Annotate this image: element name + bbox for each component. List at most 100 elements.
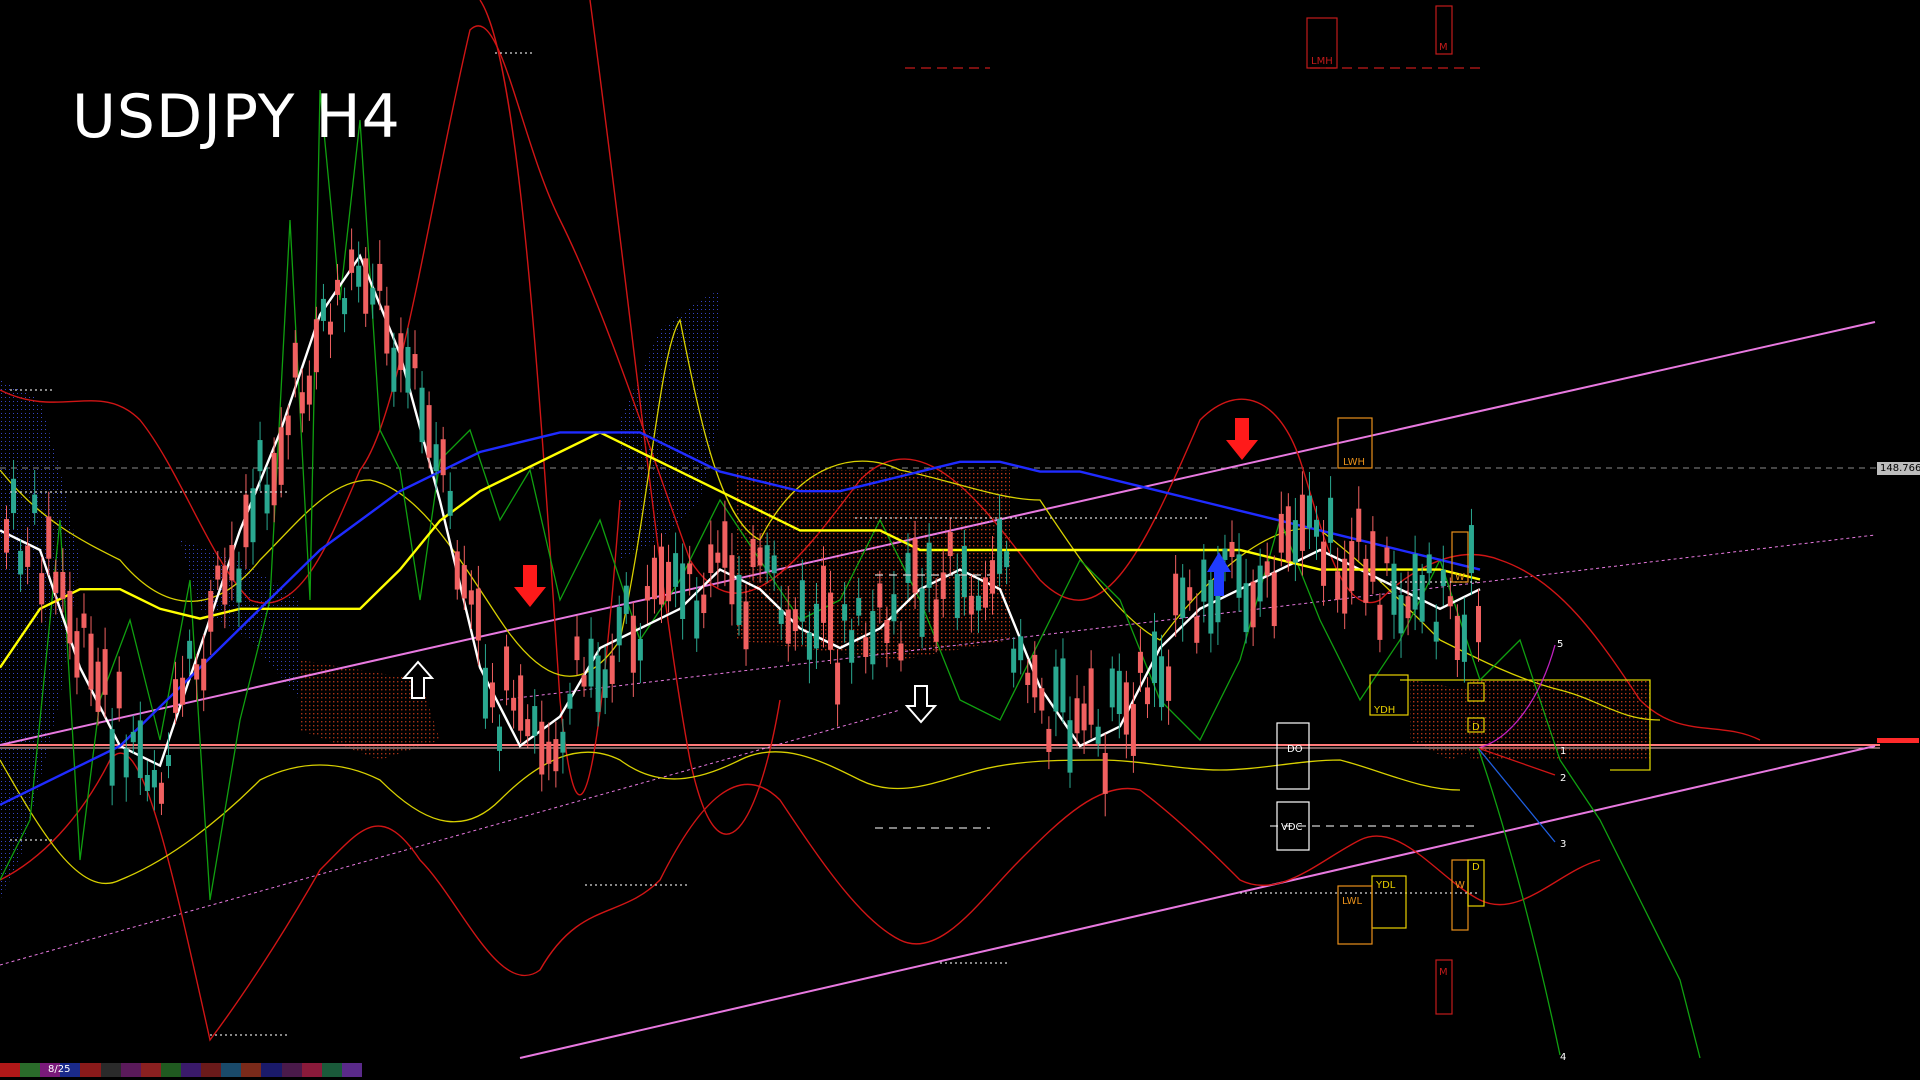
- zone-label-lmh: LMH: [1311, 56, 1333, 67]
- candle-body: [729, 555, 735, 605]
- candle-body: [1180, 577, 1186, 619]
- candle-body: [342, 298, 348, 315]
- candle-body: [489, 682, 495, 708]
- candle-body: [109, 729, 115, 786]
- candle-body: [398, 333, 404, 370]
- candle-body: [1447, 596, 1453, 607]
- candle-body: [278, 427, 284, 485]
- candle-body: [440, 439, 446, 476]
- candle-body: [320, 298, 326, 321]
- zone-label-d-top: D: [1472, 722, 1480, 733]
- zone-label-m-bottom: M: [1439, 967, 1448, 978]
- candle-body: [1377, 604, 1383, 640]
- candle-body: [144, 774, 150, 791]
- candle-body: [518, 675, 524, 731]
- candle-body: [997, 519, 1003, 574]
- zone-label-ydh: YDH: [1373, 705, 1395, 716]
- candle-body: [285, 415, 291, 436]
- candle-body: [863, 637, 869, 657]
- candle-body: [349, 249, 355, 273]
- zone-label-w-top: W: [1455, 572, 1465, 583]
- candle-body: [60, 572, 66, 599]
- candle-body: [687, 563, 693, 575]
- projection-label-3: 3: [1560, 839, 1566, 850]
- candle-body: [799, 580, 805, 622]
- red-down-arrow-2: [1226, 418, 1258, 460]
- zone-label-d-bottom: D: [1472, 862, 1480, 873]
- candle-body: [46, 516, 52, 559]
- candle-body: [666, 561, 672, 602]
- candle-body: [1405, 596, 1411, 619]
- candle-body: [1243, 583, 1249, 633]
- candle-body: [954, 574, 960, 619]
- candle-body: [1201, 559, 1207, 602]
- candle-body: [306, 375, 312, 405]
- candle-body: [370, 288, 376, 305]
- candle-body: [180, 677, 186, 705]
- projection-label-2: 2: [1560, 773, 1566, 784]
- candle-body: [81, 613, 87, 628]
- candle-body: [39, 573, 45, 605]
- candle-body: [412, 354, 418, 369]
- candle-body: [1109, 668, 1115, 708]
- candle-body: [525, 719, 531, 737]
- zone-label-vdc: VDC: [1281, 822, 1303, 833]
- candle-body: [1159, 656, 1165, 708]
- candle-body: [377, 263, 383, 291]
- zone-label-ydl: YDL: [1375, 880, 1396, 891]
- candle-body: [1321, 541, 1327, 586]
- candle-body: [173, 679, 179, 713]
- candle-body: [11, 478, 17, 514]
- candle-body: [208, 591, 214, 632]
- candle-body: [1130, 704, 1136, 756]
- candle-body: [327, 321, 333, 335]
- candle-body: [877, 583, 883, 608]
- candle-body: [1116, 670, 1122, 715]
- candle-body: [778, 610, 784, 624]
- candle-body: [1370, 531, 1376, 582]
- candle-body: [1004, 551, 1010, 568]
- candle-body: [250, 488, 256, 543]
- candle-body: [673, 553, 679, 587]
- candle-body: [651, 557, 657, 600]
- candle-body: [32, 494, 38, 514]
- candle-body: [1144, 687, 1150, 705]
- zone-label-w-bottom: W: [1455, 880, 1465, 891]
- candle-body: [165, 754, 171, 767]
- candle-body: [447, 490, 453, 516]
- candle-body: [912, 538, 918, 593]
- candle-body: [1356, 508, 1362, 542]
- candle-body: [1349, 541, 1355, 591]
- candle-body: [905, 552, 911, 583]
- candle-body: [102, 649, 108, 695]
- candle-body: [1299, 494, 1305, 551]
- candle-body: [229, 545, 235, 581]
- candle-body: [1264, 561, 1270, 576]
- candle-body: [1468, 525, 1474, 574]
- candle-body: [1306, 495, 1312, 528]
- candle-body: [1173, 573, 1179, 616]
- candle-body: [313, 319, 319, 373]
- candle-body: [532, 706, 538, 736]
- candle-body: [1095, 726, 1101, 744]
- candle-body: [74, 631, 80, 678]
- candle-body: [511, 697, 517, 711]
- candle-body: [757, 547, 763, 566]
- candle-body: [546, 741, 552, 764]
- candle-body: [1088, 668, 1094, 725]
- candle-body: [271, 452, 277, 506]
- candle-body: [475, 588, 481, 641]
- candle-body: [982, 577, 988, 608]
- candle-body: [1053, 666, 1059, 712]
- blue-cloud-upper: [620, 290, 720, 560]
- candle-body: [1433, 621, 1439, 642]
- candle-body: [1257, 565, 1263, 602]
- candle-body: [1102, 752, 1108, 794]
- candle-body: [567, 693, 573, 709]
- zone-label-lwl: LWL: [1342, 896, 1363, 907]
- candle-body: [849, 630, 855, 663]
- candle-body: [151, 769, 157, 788]
- candle-body: [659, 546, 665, 605]
- candle-body: [1476, 605, 1481, 643]
- candle-body: [1166, 666, 1172, 701]
